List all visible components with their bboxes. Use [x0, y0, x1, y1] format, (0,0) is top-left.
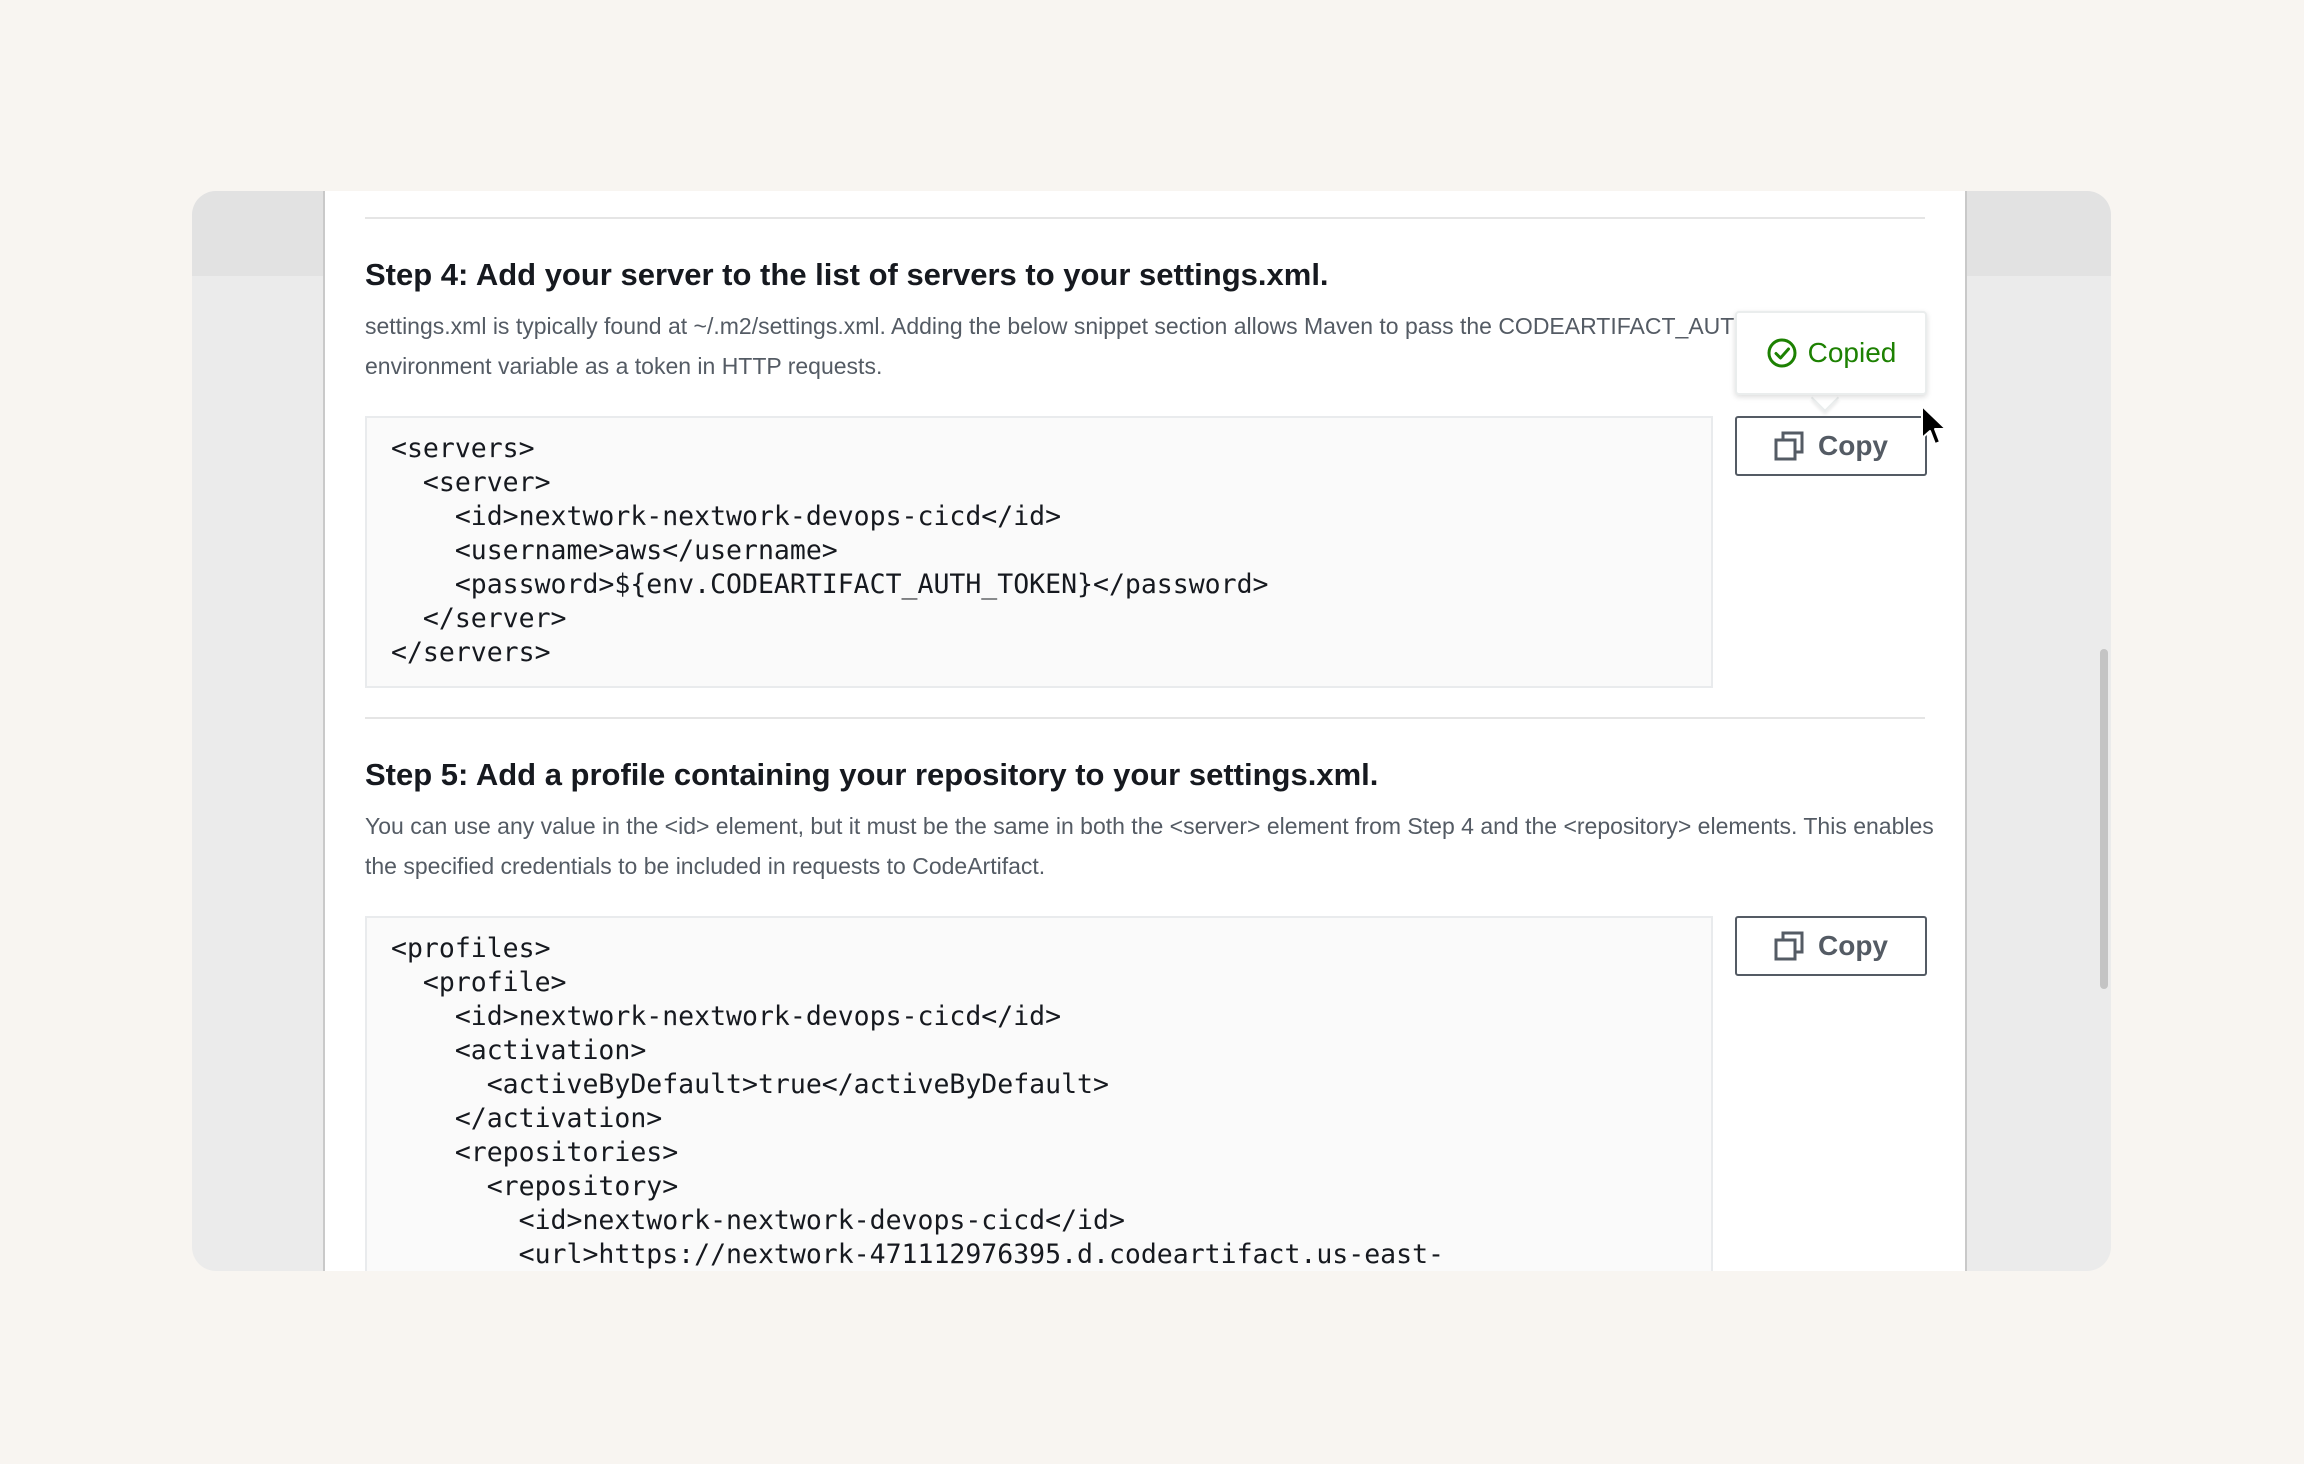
- copy-label: Copy: [1818, 430, 1888, 461]
- step4-title: Step 4: Add your server to the list of s…: [365, 257, 1329, 292]
- code-line: <password>${env.CODEARTIFACT_AUTH_TOKEN}…: [391, 569, 1269, 600]
- step5-code-block: <profiles> <profile> <id>nextwork-nextwo…: [365, 916, 1713, 1271]
- code-line: <repository>: [391, 1171, 679, 1202]
- code-line: <url>https://nextwork-471112976395.d.cod…: [391, 1239, 1444, 1270]
- copied-label: Copied: [1807, 337, 1897, 368]
- code-line: <repositories>: [391, 1137, 679, 1168]
- code-line: <id>nextwork-nextwork-devops-cicd</id>: [391, 501, 1062, 532]
- divider: [365, 217, 1925, 219]
- step4-code-block: <servers> <server> <id>nextwork-nextwork…: [365, 416, 1713, 688]
- app-window: Step 4: Add your server to the list of s…: [192, 191, 2111, 1271]
- check-circle-icon: [1767, 338, 1797, 368]
- copy-label: Copy: [1818, 930, 1888, 961]
- code-line: <profile>: [391, 967, 567, 998]
- code-line: <username>aws</username>: [391, 535, 838, 566]
- step4-copy-button[interactable]: Copy: [1735, 416, 1927, 476]
- code-line: </servers>: [391, 637, 551, 668]
- mouse-cursor-icon: [1921, 405, 1947, 445]
- copied-tooltip: Copied: [1735, 311, 1927, 395]
- step5-copy-button[interactable]: Copy: [1735, 916, 1927, 976]
- step5-description: You can use any value in the <id> elemen…: [365, 813, 1934, 879]
- code-line: <activation>: [391, 1035, 647, 1066]
- copy-icon: [1774, 431, 1804, 461]
- scrollbar-thumb[interactable]: [2100, 649, 2108, 989]
- code-line: <activeByDefault>true</activeByDefault>: [391, 1069, 1109, 1100]
- code-line: <id>nextwork-nextwork-devops-cicd</id>: [391, 1001, 1062, 1032]
- code-line: <server>: [391, 467, 551, 498]
- step4-description: settings.xml is typically found at ~/.m2…: [365, 313, 1843, 379]
- code-line: <profiles>: [391, 933, 551, 964]
- code-line: </activation>: [391, 1103, 663, 1134]
- instructions-panel: Step 4: Add your server to the list of s…: [323, 191, 1967, 1271]
- step5-title: Step 5: Add a profile containing your re…: [365, 757, 1379, 792]
- code-line: <id>nextwork-nextwork-devops-cicd</id>: [391, 1205, 1125, 1236]
- divider: [365, 717, 1925, 719]
- code-line: <servers>: [391, 433, 535, 464]
- code-line: </server>: [391, 603, 567, 634]
- copy-icon: [1774, 931, 1804, 961]
